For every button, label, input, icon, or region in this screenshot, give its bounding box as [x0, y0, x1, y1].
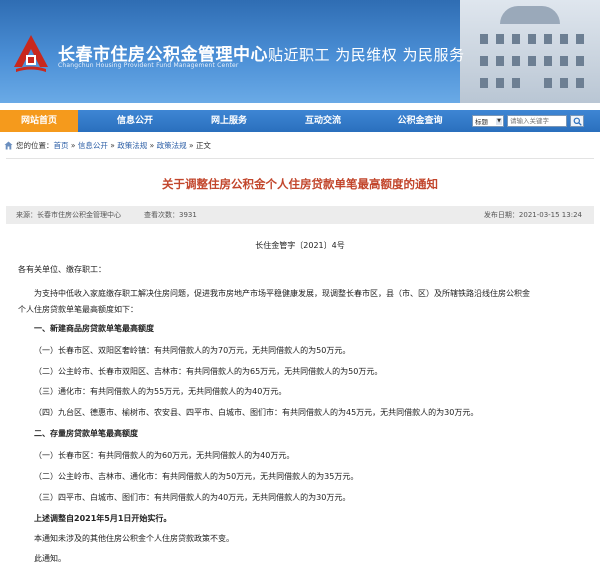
closing-text: 此通知。 [34, 554, 66, 563]
list-item: （二）公主岭市、吉林市、通化市：有共同借款人的为50万元，无共同借款人的为35万… [34, 472, 359, 481]
policy-note: 本通知未涉及的其他住房公积金个人住房贷款政策不变。 [34, 534, 234, 543]
list-item: （四）九台区、德惠市、榆树市、农安县、四平市、白城市、图们市：有共同借款人的为4… [34, 408, 479, 417]
home-icon [4, 141, 13, 150]
search-type-select[interactable]: 标题 ▼ [472, 115, 504, 127]
breadcrumb-link-policy[interactable]: 政策法规 [117, 141, 147, 150]
main-navigation: 网站首页 信息公开 网上服务 互动交流 公积金查询 标题 ▼ [0, 110, 600, 132]
document-number: 长住金管字〔2021〕4号 [255, 241, 345, 250]
list-item: （一）长春市区、双阳区奢岭镇：有共同借款人的为70万元，无共同借款人的为50万元… [34, 346, 351, 355]
nav-item-interaction[interactable]: 互动交流 [284, 110, 362, 132]
breadcrumb-separator: » [107, 141, 118, 150]
nav-item-info-disclosure[interactable]: 信息公开 [96, 110, 174, 132]
view-count-label: 查看次数： [144, 211, 179, 219]
nav-item-home[interactable]: 网站首页 [0, 110, 78, 132]
search-type-value: 标题 [475, 118, 488, 126]
site-slogan: 贴近职工 为民维权 为民服务 [268, 46, 465, 64]
breadcrumb-separator: » [186, 141, 196, 150]
intro-paragraph-line-2: 个人住房贷款单笔最高额度如下： [18, 305, 138, 314]
article-publish-date: 发布日期：2021-03-15 13:24 [483, 211, 582, 219]
list-item: （二）公主岭市、长春市双阳区、吉林市：有共同借款人的为65万元，无共同借款人的为… [34, 367, 383, 376]
breadcrumb-separator: » [68, 141, 78, 150]
effective-date-note: 上述调整自2021年5月1日开始实行。 [34, 514, 172, 523]
search-input[interactable] [507, 115, 567, 127]
search-icon [573, 117, 582, 126]
site-banner: 长春市住房公积金管理中心 Changchun Housing Provident… [0, 0, 600, 103]
chevron-down-icon: ▼ [496, 118, 502, 125]
intro-paragraph-line-1: 为支持中低收入家庭缴存职工解决住房问题，促进我市房地产市场平稳健康发展，现调整长… [34, 289, 530, 298]
search-button[interactable] [570, 115, 584, 127]
view-count-value: 3931 [179, 211, 197, 219]
nav-item-online-service[interactable]: 网上服务 [190, 110, 268, 132]
banner-building-image [460, 0, 600, 103]
nav-item-fund-query[interactable]: 公积金查询 [380, 110, 460, 132]
article-meta-bar: 来源：长春市住房公积金管理中心 查看次数：3931 发布日期：2021-03-1… [6, 206, 594, 224]
article-title: 关于调整住房公积金个人住房贷款单笔最高额度的通知 [162, 177, 438, 191]
article-source: 来源：长春市住房公积金管理中心 [16, 211, 121, 219]
list-item: （一）长春市区：有共同借款人的为60万元，无共同借款人的为40万元。 [34, 451, 295, 460]
section-heading-new-homes: 一、新建商品房贷款单笔最高额度 [34, 324, 154, 333]
salutation: 各有关单位、缴存职工： [18, 265, 106, 274]
list-item: （三）通化市：有共同借款人的为55万元，无共同借款人的为40万元。 [34, 387, 287, 396]
housing-fund-logo-icon [14, 35, 48, 72]
section-heading-existing-homes: 二、存量房贷款单笔最高额度 [34, 429, 138, 438]
breadcrumb-link-policy-sub[interactable]: 政策法规 [157, 141, 187, 150]
site-name-english: Changchun Housing Provident Fund Managem… [58, 62, 239, 69]
breadcrumb-current: 正文 [195, 141, 211, 150]
breadcrumb-link-home[interactable]: 首页 [54, 141, 69, 150]
list-item: （三）四平市、白城市、图们市：有共同借款人的为40万元，无共同借款人的为30万元… [34, 493, 351, 502]
breadcrumb-link-info[interactable]: 信息公开 [78, 141, 108, 150]
article-view-count: 查看次数：3931 [144, 206, 197, 224]
breadcrumb: 您的位置：首页 » 信息公开 » 政策法规 » 政策法规 » 正文 [0, 138, 600, 154]
breadcrumb-divider [6, 158, 594, 159]
breadcrumb-prefix: 您的位置： [16, 141, 54, 150]
breadcrumb-separator: » [147, 141, 157, 150]
